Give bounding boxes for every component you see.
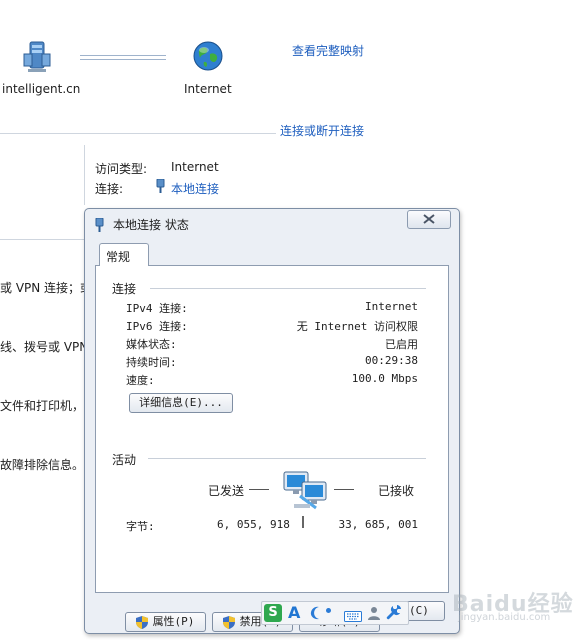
network-connector-line	[80, 55, 166, 60]
sent-label: 已发送	[208, 484, 245, 498]
properties-button-label: 属性(P)	[152, 615, 195, 628]
server-icon	[22, 40, 52, 74]
received-connector	[334, 489, 354, 490]
internet-label: Internet	[184, 82, 232, 96]
user-icon[interactable]	[368, 605, 380, 623]
divider	[0, 239, 84, 240]
properties-button[interactable]: 属性(P)	[125, 612, 206, 632]
clipped-text-line: 或 VPN 连接；或	[0, 281, 93, 295]
uac-shield-icon	[223, 616, 235, 629]
connect-disconnect-link[interactable]: 连接或断开连接	[280, 122, 364, 139]
divider	[148, 458, 426, 459]
network-computers-icon	[282, 468, 332, 512]
network-adapter-icon	[95, 217, 104, 232]
tab-general[interactable]: 常规	[99, 243, 149, 266]
divider	[0, 133, 276, 134]
server-label: intelligent.cn	[2, 82, 81, 96]
ime-a-button[interactable]: A	[288, 604, 300, 622]
close-window-button[interactable]	[407, 210, 451, 229]
clipped-text-line: 故障排除信息。	[0, 458, 85, 472]
ipv6-value: 无 Internet 访问权限	[296, 320, 418, 333]
sent-connector	[249, 489, 269, 490]
speed-value: 100.0 Mbps	[351, 372, 418, 385]
divider	[84, 145, 85, 205]
details-button[interactable]: 详细信息(E)...	[129, 393, 233, 413]
access-type-value: Internet	[171, 160, 219, 174]
ipv6-label: IPv6 连接:	[126, 320, 188, 333]
media-state-value: 已启用	[385, 338, 418, 351]
connection-status-dialog: 本地连接 状态 常规 连接 IPv4 连接: Internet IPv6 连接:…	[84, 208, 460, 634]
duration-value: 00:29:38	[365, 354, 418, 367]
bytes-received-value: 33, 685, 001	[338, 518, 418, 531]
ipv4-value: Internet	[365, 300, 418, 313]
clipped-text-line: 文件和打印机，或	[0, 399, 97, 413]
activity-section-heading: 活动	[112, 453, 137, 467]
speed-label: 速度:	[126, 374, 155, 387]
close-icon	[423, 214, 435, 224]
received-label: 已接收	[378, 484, 415, 498]
media-state-label: 媒体状态:	[126, 338, 177, 351]
general-tab-panel: 连接 IPv4 连接: Internet IPv6 连接: 无 Internet…	[95, 265, 449, 632]
uac-shield-icon	[136, 616, 148, 629]
dot-icon[interactable]	[326, 608, 331, 613]
watermark-url: jingyan.baidu.com	[458, 612, 551, 623]
keyboard-icon[interactable]	[344, 607, 362, 625]
clipped-text-line: 线、拨号或 VPN	[0, 340, 89, 354]
duration-label: 持续时间:	[126, 356, 177, 369]
ime-toolbar: S A	[261, 601, 409, 625]
globe-icon	[192, 40, 224, 72]
ime-s-button[interactable]: S	[264, 604, 282, 622]
local-connection-link[interactable]: 本地连接	[171, 180, 219, 197]
network-adapter-icon	[156, 178, 165, 193]
moon-icon[interactable]	[310, 605, 322, 623]
access-type-label: 访问类型:	[95, 162, 148, 176]
bytes-sent-value: 6, 055, 918	[217, 518, 290, 531]
ipv4-label: IPv4 连接:	[126, 302, 188, 315]
connection-label: 连接:	[95, 182, 124, 196]
dialog-title: 本地连接 状态	[113, 218, 189, 232]
wrench-icon[interactable]	[386, 604, 402, 622]
connection-section-heading: 连接	[112, 282, 137, 296]
divider	[150, 288, 426, 289]
bytes-label: 字节:	[126, 520, 155, 533]
bytes-divider	[302, 516, 304, 528]
tab-general-label: 常规	[106, 250, 131, 264]
view-full-map-link[interactable]: 查看完整映射	[292, 42, 364, 59]
